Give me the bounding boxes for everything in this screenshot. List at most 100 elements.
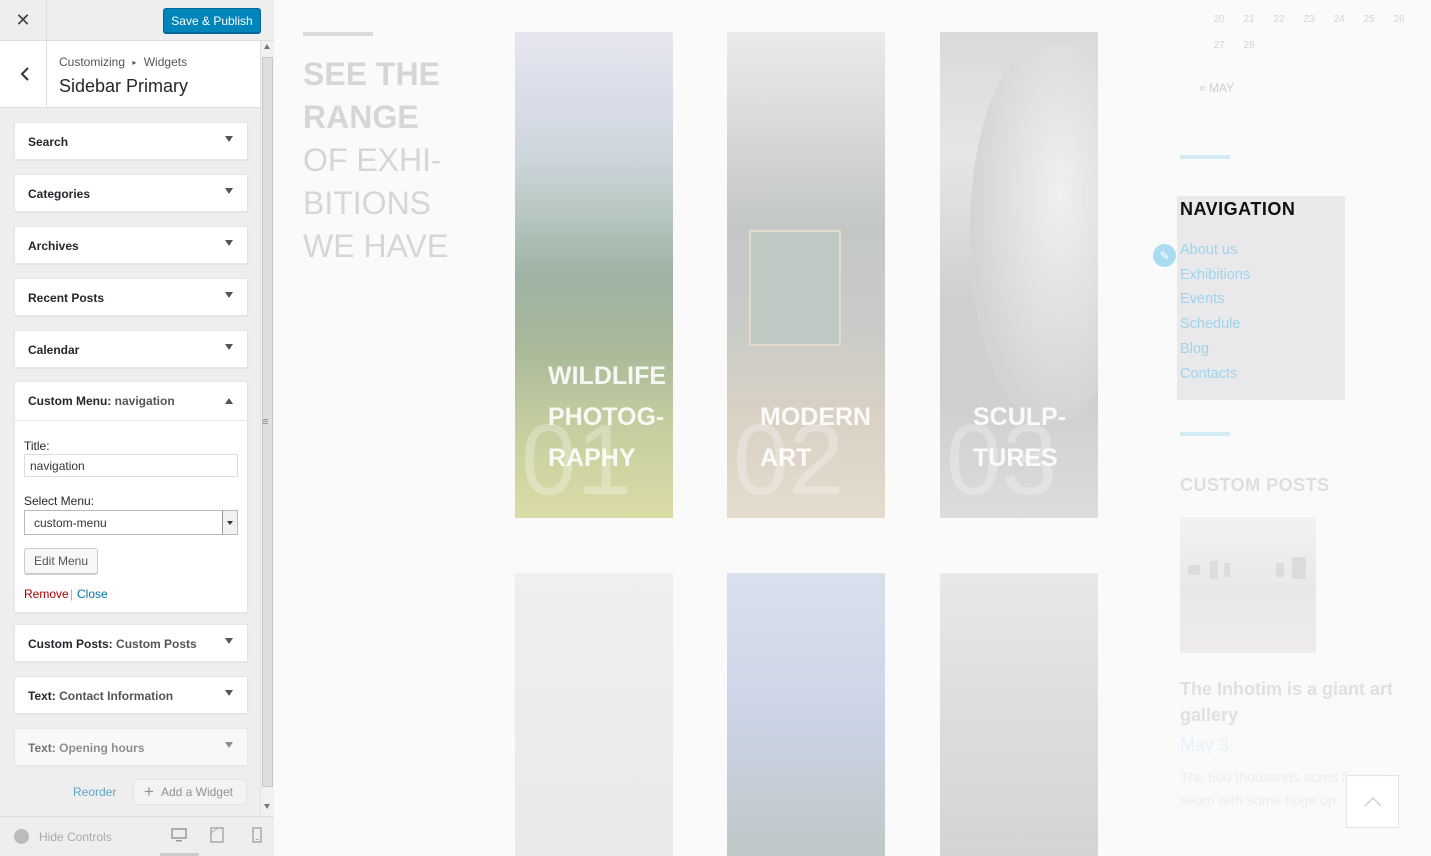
exhibition-card-dinosaur[interactable]	[940, 573, 1098, 856]
hero-line-5: WE HAVE	[303, 228, 449, 264]
expand-arrow-icon[interactable]	[225, 638, 233, 644]
breadcrumb-child: Widgets	[143, 55, 188, 69]
custom-post-thumbnail[interactable]	[1180, 517, 1316, 653]
exhibition-card-sculptures[interactable]: 03 SCULP- TURES	[940, 32, 1098, 518]
customizer-footer: Hide Controls	[0, 816, 274, 856]
expand-arrow-icon[interactable]	[225, 136, 233, 142]
calendar-day[interactable]: 25	[1354, 14, 1384, 25]
widget-accent-line	[1180, 155, 1230, 159]
card-title-line: TURES	[973, 444, 1058, 472]
desktop-preview-icon[interactable]	[171, 827, 187, 843]
scroll-up-icon[interactable]	[264, 44, 270, 49]
calendar-prev-month-link[interactable]: « MAY	[1199, 81, 1234, 95]
card-title-line: RAPHY	[548, 444, 636, 472]
close-customizer-button[interactable]: ✕	[0, 0, 47, 41]
gallery-frame-shape	[1210, 561, 1218, 579]
widget-type-label: Text:	[28, 741, 56, 755]
custom-post-date: May 3	[1180, 735, 1230, 755]
tablet-preview-icon[interactable]	[209, 827, 225, 843]
nav-link-schedule[interactable]: Schedule	[1180, 316, 1240, 332]
hero-line-3: OF EXHI-	[303, 142, 442, 178]
add-widget-button[interactable]: + Add a Widget	[133, 779, 247, 805]
edit-menu-button[interactable]: Edit Menu	[24, 548, 98, 574]
nav-link-exhibitions[interactable]: Exhibitions	[1180, 267, 1250, 283]
gallery-painting-image	[749, 230, 841, 346]
widget-type-label: Custom Posts:	[28, 637, 113, 651]
widget-custom-menu: Custom Menu: navigation Title: Select Me…	[14, 381, 248, 613]
widget-search[interactable]: Search	[14, 122, 248, 160]
widget-calendar[interactable]: Calendar	[14, 330, 248, 368]
expand-arrow-icon[interactable]	[225, 240, 233, 246]
widget-text-contact[interactable]: Text: Contact Information	[14, 676, 248, 714]
exhibition-card-cave-art[interactable]	[515, 573, 673, 856]
widget-custom-menu-header[interactable]: Custom Menu: navigation	[15, 382, 247, 421]
nav-link-about-us[interactable]: About us	[1180, 242, 1237, 258]
widget-recent-posts[interactable]: Recent Posts	[14, 278, 248, 316]
remove-link[interactable]: Remove	[24, 587, 69, 601]
widget-categories[interactable]: Categories	[14, 174, 248, 212]
calendar-day[interactable]: 23	[1294, 14, 1324, 25]
breadcrumb-root: Customizing	[59, 55, 126, 69]
expand-arrow-icon[interactable]	[225, 344, 233, 350]
calendar-day[interactable]: 22	[1264, 14, 1294, 25]
widget-text-opening-hours[interactable]: Text: Opening hours	[14, 728, 248, 766]
gallery-frame-shape	[1224, 563, 1230, 577]
widget-archives[interactable]: Archives	[14, 226, 248, 264]
widget-title: Recent Posts	[28, 291, 105, 305]
nav-link-events[interactable]: Events	[1180, 291, 1224, 307]
edit-shortcut-pencil-icon[interactable]: ✎	[1153, 244, 1176, 267]
calendar-day[interactable]: 26	[1384, 14, 1414, 25]
save-publish-button[interactable]: Save & Publish	[163, 8, 261, 33]
widget-type-label: Custom Menu:	[28, 394, 112, 408]
hero-heading: SEE THE RANGE OF EXHI- BITIONS WE HAVE	[303, 53, 493, 268]
mobile-preview-icon[interactable]	[249, 827, 265, 843]
calendar-day[interactable]: 28	[1234, 40, 1264, 51]
back-button[interactable]	[4, 41, 47, 107]
collapse-circle-icon	[14, 829, 29, 844]
calendar-week-row: 27 28	[1204, 40, 1414, 66]
widget-custom-posts[interactable]: Custom Posts: Custom Posts	[14, 624, 248, 662]
hide-controls-button[interactable]: Hide Controls	[14, 829, 112, 844]
widget-type-label: Text:	[28, 689, 56, 703]
expand-arrow-icon[interactable]	[225, 690, 233, 696]
expand-arrow-icon[interactable]	[225, 188, 233, 194]
exhibition-card-wildlife[interactable]: 01 WILDLIFE PHOTOG- RAPHY	[515, 32, 673, 518]
widget-title: Text: Contact Information	[28, 689, 173, 703]
resize-grip-icon[interactable]: ≡	[262, 416, 268, 428]
exhibition-card-modern-art[interactable]: 02 MODERN ART	[727, 32, 885, 518]
back-to-top-button[interactable]	[1346, 775, 1399, 828]
title-input[interactable]	[24, 454, 238, 477]
widget-title: Search	[28, 135, 69, 149]
custom-posts-title: CUSTOM POSTS	[1180, 475, 1330, 495]
close-link[interactable]: Close	[77, 587, 108, 601]
calendar-day[interactable]: 27	[1204, 40, 1234, 51]
menu-select[interactable]: custom-menu	[24, 510, 238, 535]
breadcrumb: Customizing ▸ Widgets	[59, 55, 187, 69]
nav-link-contacts[interactable]: Contacts	[1180, 366, 1237, 382]
reorder-link[interactable]: Reorder	[73, 785, 116, 799]
expand-arrow-icon[interactable]	[225, 742, 233, 748]
chevron-up-icon	[1363, 796, 1382, 807]
customizer-panel: ✕ Save & Publish Customizing ▸ Widgets S…	[0, 0, 274, 856]
panel-scrollbar[interactable]	[260, 41, 274, 816]
card-title-line: WILDLIFE	[548, 362, 667, 390]
customizer-header: ✕ Save & Publish	[0, 0, 274, 41]
expand-arrow-icon[interactable]	[225, 292, 233, 298]
dropdown-arrow-icon[interactable]	[222, 511, 237, 534]
calendar-week-row: 20 21 22 23 24 25 26	[1204, 14, 1414, 40]
gallery-frame-shape	[1292, 557, 1306, 579]
section-header: Customizing ▸ Widgets Sidebar Primary	[0, 41, 260, 108]
widget-instance-label: Custom Posts	[116, 637, 197, 651]
custom-post-title[interactable]: The Inhotim is a giant art gallery	[1180, 676, 1415, 728]
menu-select-value: custom-menu	[34, 516, 107, 530]
calendar-widget: 13 14 15 16 17 18 19 20 21 22 23 24 25 2…	[1204, 0, 1414, 66]
scroll-down-icon[interactable]	[264, 804, 270, 809]
nav-link-blog[interactable]: Blog	[1180, 341, 1209, 357]
exhibition-card-liberty[interactable]	[727, 573, 885, 856]
select-menu-label: Select Menu:	[24, 494, 95, 508]
collapse-arrow-icon[interactable]	[225, 398, 233, 404]
gallery-frame-shape	[1188, 565, 1200, 575]
calendar-day[interactable]: 20	[1204, 14, 1234, 25]
calendar-day[interactable]: 21	[1234, 14, 1264, 25]
calendar-day[interactable]: 24	[1324, 14, 1354, 25]
